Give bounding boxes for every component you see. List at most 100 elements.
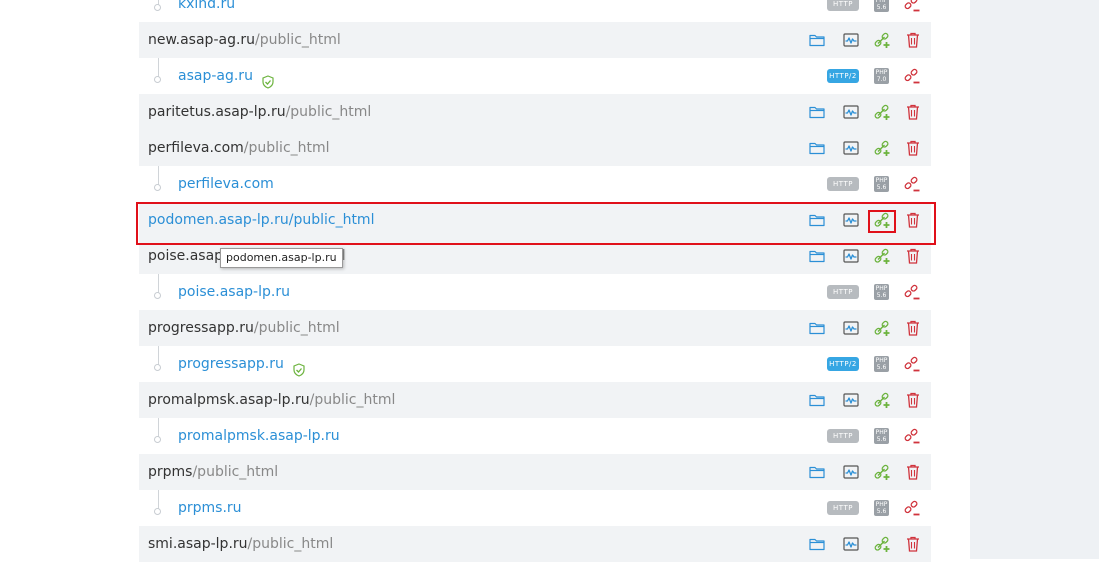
domain-link[interactable]: promalpmsk.asap-lp.ru <box>178 418 340 454</box>
delete-site-button[interactable] <box>904 247 922 265</box>
delete-site-button[interactable] <box>904 31 922 49</box>
statistics-button[interactable] <box>842 391 860 409</box>
php-version: 5.6 <box>876 292 887 299</box>
add-alias-button[interactable] <box>873 391 891 409</box>
folder-icon <box>808 322 826 341</box>
site-path[interactable]: promalpmsk.asap-lp.ru/public_html <box>148 382 395 418</box>
site-docroot: /public_html <box>253 320 340 336</box>
domain-link[interactable]: perfileva.com <box>178 166 274 202</box>
delete-site-button[interactable] <box>904 391 922 409</box>
php-version-badge[interactable]: PHP 5.6 <box>874 0 889 12</box>
http-version-badge[interactable]: HTTP <box>827 501 859 515</box>
site-host: smi.asap-lp.ru <box>148 536 248 552</box>
file-manager-button[interactable] <box>808 319 826 337</box>
delete-site-button[interactable] <box>904 103 922 121</box>
domain-link[interactable]: asap-ag.ru <box>178 58 275 94</box>
file-manager-button[interactable] <box>808 535 826 553</box>
unlink-domain-button[interactable] <box>903 355 921 373</box>
file-manager-button[interactable] <box>808 139 826 157</box>
site-host: new.asap-ag.ru <box>148 32 256 48</box>
add-alias-button[interactable] <box>873 139 891 157</box>
file-manager-button[interactable] <box>808 31 826 49</box>
trash-icon <box>904 32 922 53</box>
site-row: new.asap-ag.ru/public_html <box>139 22 931 58</box>
add-alias-button[interactable] <box>873 247 891 265</box>
site-host: progressapp.ru <box>148 320 254 336</box>
add-alias-icon <box>873 464 891 485</box>
domain-link[interactable]: poise.asap-lp.ru <box>178 274 290 310</box>
unlink-domain-button[interactable] <box>903 283 921 301</box>
delete-site-button[interactable] <box>904 139 922 157</box>
statistics-button[interactable] <box>842 319 860 337</box>
statistics-button[interactable] <box>842 103 860 121</box>
php-label: PHP <box>875 285 888 292</box>
php-version-badge[interactable]: PHP 7.0 <box>874 68 889 84</box>
domain-link[interactable]: progressapp.ru <box>178 346 306 382</box>
php-version: 7.0 <box>876 76 887 83</box>
domain-row: prpms.ru HTTP PHP 5.6 <box>139 490 931 526</box>
php-label: PHP <box>875 357 888 364</box>
unlink-domain-button[interactable] <box>903 175 921 193</box>
add-alias-button[interactable] <box>873 31 891 49</box>
php-version-badge[interactable]: PHP 5.6 <box>874 356 889 372</box>
add-alias-icon <box>873 392 891 413</box>
tree-node <box>154 292 161 299</box>
domain-link[interactable]: kxind.ru <box>178 0 235 22</box>
http-version-badge[interactable]: HTTP <box>827 177 859 191</box>
folder-icon <box>808 394 826 413</box>
statistics-button[interactable] <box>842 139 860 157</box>
statistics-button[interactable] <box>842 247 860 265</box>
site-path[interactable]: smi.asap-lp.ru/public_html <box>148 526 333 562</box>
statistics-button[interactable] <box>842 463 860 481</box>
php-version-badge[interactable]: PHP 5.6 <box>874 284 889 300</box>
folder-icon <box>808 466 826 485</box>
site-row: promalpmsk.asap-lp.ru/public_html <box>139 382 931 418</box>
delete-site-button[interactable] <box>904 463 922 481</box>
http-version-badge[interactable]: HTTP/2 <box>827 357 859 371</box>
stats-icon <box>842 33 860 53</box>
tree-connector <box>158 346 159 366</box>
domain-row: promalpmsk.asap-lp.ru HTTP PHP 5.6 <box>139 418 931 454</box>
right-side-panel <box>970 0 1099 559</box>
domain-link[interactable]: prpms.ru <box>178 490 242 526</box>
trash-icon <box>904 248 922 269</box>
php-label: PHP <box>875 429 888 436</box>
http-version-badge[interactable]: HTTP <box>827 0 859 11</box>
delete-site-button[interactable] <box>904 535 922 553</box>
file-manager-button[interactable] <box>808 103 826 121</box>
add-alias-button[interactable] <box>873 463 891 481</box>
site-path[interactable]: prpms/public_html <box>148 454 278 490</box>
tree-node <box>154 364 161 371</box>
unlink-domain-button[interactable] <box>903 67 921 85</box>
site-docroot: /public_html <box>255 32 341 48</box>
unlink-domain-button[interactable] <box>903 0 921 13</box>
http-version-badge[interactable]: HTTP/2 <box>827 69 859 83</box>
php-version-badge[interactable]: PHP 5.6 <box>874 176 889 192</box>
statistics-button[interactable] <box>842 535 860 553</box>
http-version-badge[interactable]: HTTP <box>827 285 859 299</box>
delete-site-button[interactable] <box>904 319 922 337</box>
unlink-domain-button[interactable] <box>903 499 921 517</box>
add-alias-icon <box>873 140 891 161</box>
site-row: prpms/public_html <box>139 454 931 490</box>
http-version-badge[interactable]: HTTP <box>827 429 859 443</box>
folder-icon <box>808 538 826 557</box>
add-alias-button[interactable] <box>873 319 891 337</box>
add-alias-button[interactable] <box>873 103 891 121</box>
highlight-selected-row <box>136 202 936 245</box>
site-path[interactable]: paritetus.asap-lp.ru/public_html <box>148 94 371 130</box>
unlink-domain-button[interactable] <box>903 427 921 445</box>
file-manager-button[interactable] <box>808 463 826 481</box>
file-manager-button[interactable] <box>808 391 826 409</box>
file-manager-button[interactable] <box>808 247 826 265</box>
site-path[interactable]: perfileva.com/public_html <box>148 130 330 166</box>
add-alias-button[interactable] <box>873 535 891 553</box>
site-path[interactable]: progressapp.ru/public_html <box>148 310 340 346</box>
php-version-badge[interactable]: PHP 5.6 <box>874 500 889 516</box>
tree-connector <box>158 166 159 186</box>
stats-icon <box>842 465 860 485</box>
php-version-badge[interactable]: PHP 5.6 <box>874 428 889 444</box>
site-path[interactable]: new.asap-ag.ru/public_html <box>148 22 341 58</box>
statistics-button[interactable] <box>842 31 860 49</box>
add-alias-icon <box>873 104 891 125</box>
